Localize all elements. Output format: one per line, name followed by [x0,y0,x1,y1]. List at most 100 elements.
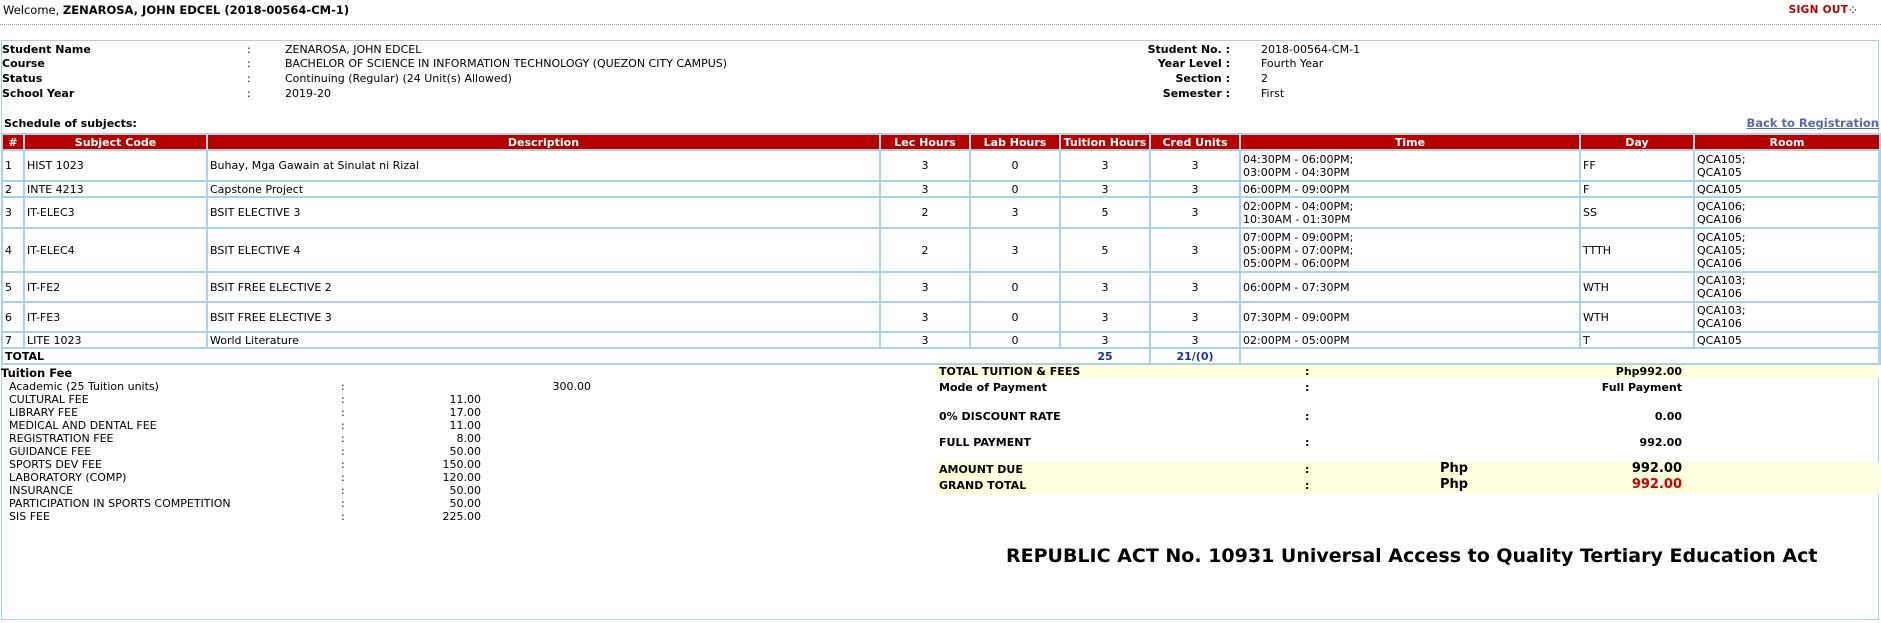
fee-name: CULTURAL FEE [9,393,89,406]
colon: : [1305,365,1310,378]
tuition-hours: 5 [1059,227,1151,273]
tuition-hours: 3 [1059,331,1151,349]
day: T [1579,331,1695,349]
total-filler [1239,347,1881,365]
course-label: Course [2,57,45,70]
fee-name: LABORATORY (COMP) [9,471,127,484]
lab-hours: 3 [969,196,1061,229]
row-number: 6 [1,301,25,333]
colon: : [341,497,345,510]
subject-code: IT-FE3 [23,301,208,333]
room: QCA105; QCA105 [1693,149,1881,182]
full-payment-label: FULL PAYMENT [939,436,1031,449]
time: 06:00PM - 09:00PM [1239,180,1581,198]
student-name-value: ZENAROSA, JOHN EDCEL [285,43,422,56]
lec-hours: 3 [879,149,971,182]
amount-due-currency: Php [1440,461,1469,476]
fee-value: 17.00 [449,406,482,419]
colon: : [1305,463,1310,476]
colon: : [1305,436,1310,449]
total-label: TOTAL [1,347,1060,365]
subject-code: IT-ELEC3 [23,196,208,229]
grand-total-value: 992.00 [1631,477,1682,492]
schedule-header-row: # Subject Code Description Lec Hours Lab… [1,133,1881,151]
discount-row: 0% DISCOUNT RATE : 0.00 [935,410,1879,423]
course-value: BACHELOR OF SCIENCE IN INFORMATION TECHN… [285,57,728,70]
day: SS [1579,196,1695,229]
fee-value: 300.00 [552,380,592,393]
republic-act-notice: REPUBLIC ACT No. 10931 Universal Access … [1006,545,1818,567]
fee-name: GUIDANCE FEE [9,445,92,458]
fee-name: REGISTRATION FEE [9,432,114,445]
time: 06:00PM - 07:30PM [1239,271,1581,303]
lab-hours: 0 [969,271,1061,303]
school-year-value: 2019-20 [285,87,331,100]
total-tuition-fees-value: Php992.00 [1615,365,1682,378]
lab-hours: 0 [969,180,1061,198]
welcome-message: Welcome, ZENAROSA, JOHN EDCEL (2018-0056… [3,3,349,17]
grand-total-row: GRAND TOTAL : Php 992.00 [935,477,1879,494]
full-payment-row: FULL PAYMENT : 992.00 [935,436,1879,449]
fee-name: Academic (25 Tuition units) [9,380,159,393]
colon: : [341,406,345,419]
subject-description: BSIT FREE ELECTIVE 3 [206,301,881,333]
lec-hours: 2 [879,196,971,229]
subject-code: HIST 1023 [23,149,208,182]
lec-hours: 3 [879,271,971,303]
section-label: Section : [1175,72,1230,85]
colon: : [341,393,345,406]
amount-due-label: AMOUNT DUE [939,463,1023,476]
col-header-time: Time [1239,133,1581,151]
student-no-label: Student No. : [1147,43,1230,56]
subject-code: IT-ELEC4 [23,227,208,273]
day: WTH [1579,271,1695,303]
col-header-description: Description [206,133,881,151]
room: QCA103; QCA106 [1693,301,1881,333]
day: WTH [1579,301,1695,333]
colon: : [341,419,345,432]
room: QCA105 [1693,180,1881,198]
room: QCA105 [1693,331,1881,349]
fee-value: 11.00 [449,419,482,432]
row-number: 7 [1,331,25,349]
time: 02:00PM - 04:00PM; 10:30AM - 01:30PM [1239,196,1581,229]
day: FF [1579,149,1695,182]
col-header-subject-code: Subject Code [23,133,208,151]
lab-hours: 0 [969,331,1061,349]
total-tuition-hours: 25 [1059,347,1151,365]
cred-units: 3 [1149,196,1241,229]
fee-value: 50.00 [449,497,482,510]
fee-name: MEDICAL AND DENTAL FEE [9,419,157,432]
col-header-lec-hours: Lec Hours [879,133,971,151]
lec-hours: 3 [879,331,971,349]
total-cred-units: 21/(0) [1149,347,1241,365]
status-label: Status [2,72,43,85]
tuition-hours: 3 [1059,301,1151,333]
full-payment-value: 992.00 [1639,436,1682,449]
colon: : [341,445,345,458]
day: F [1579,180,1695,198]
row-number: 1 [1,149,25,182]
cred-units: 3 [1149,331,1241,349]
sign-out-button[interactable]: SIGN OUT⁘ [1789,4,1857,16]
back-to-registration-link[interactable]: Back to Registration [1746,116,1879,130]
room: QCA105; QCA105; QCA106 [1693,227,1881,273]
discount-value: 0.00 [1654,410,1682,423]
table-row: 6 IT-FE3 BSIT FREE ELECTIVE 3 3 0 3 3 07… [1,301,1881,333]
welcome-prefix: Welcome, [3,3,63,17]
colon: : [341,458,345,471]
cred-units: 3 [1149,271,1241,303]
lab-hours: 0 [969,301,1061,333]
fee-value: 50.00 [449,484,482,497]
subject-description: Buhay, Mga Gawain at Sinulat ni Rizal [206,149,881,182]
colon: : [1305,381,1310,394]
colon: : [341,432,345,445]
semester-label: Semester : [1162,87,1230,100]
table-row: 7 LITE 1023 World Literature 3 0 3 3 02:… [1,331,1881,349]
welcome-user: ZENAROSA, JOHN EDCEL (2018-00564-CM-1) [62,3,350,17]
col-header-number: # [1,133,25,151]
tuition-hours: 3 [1059,180,1151,198]
fee-value: 225.00 [442,510,482,523]
top-bar: Welcome, ZENAROSA, JOHN EDCEL (2018-0056… [0,0,1881,25]
amount-due-value: 992.00 [1631,461,1682,476]
